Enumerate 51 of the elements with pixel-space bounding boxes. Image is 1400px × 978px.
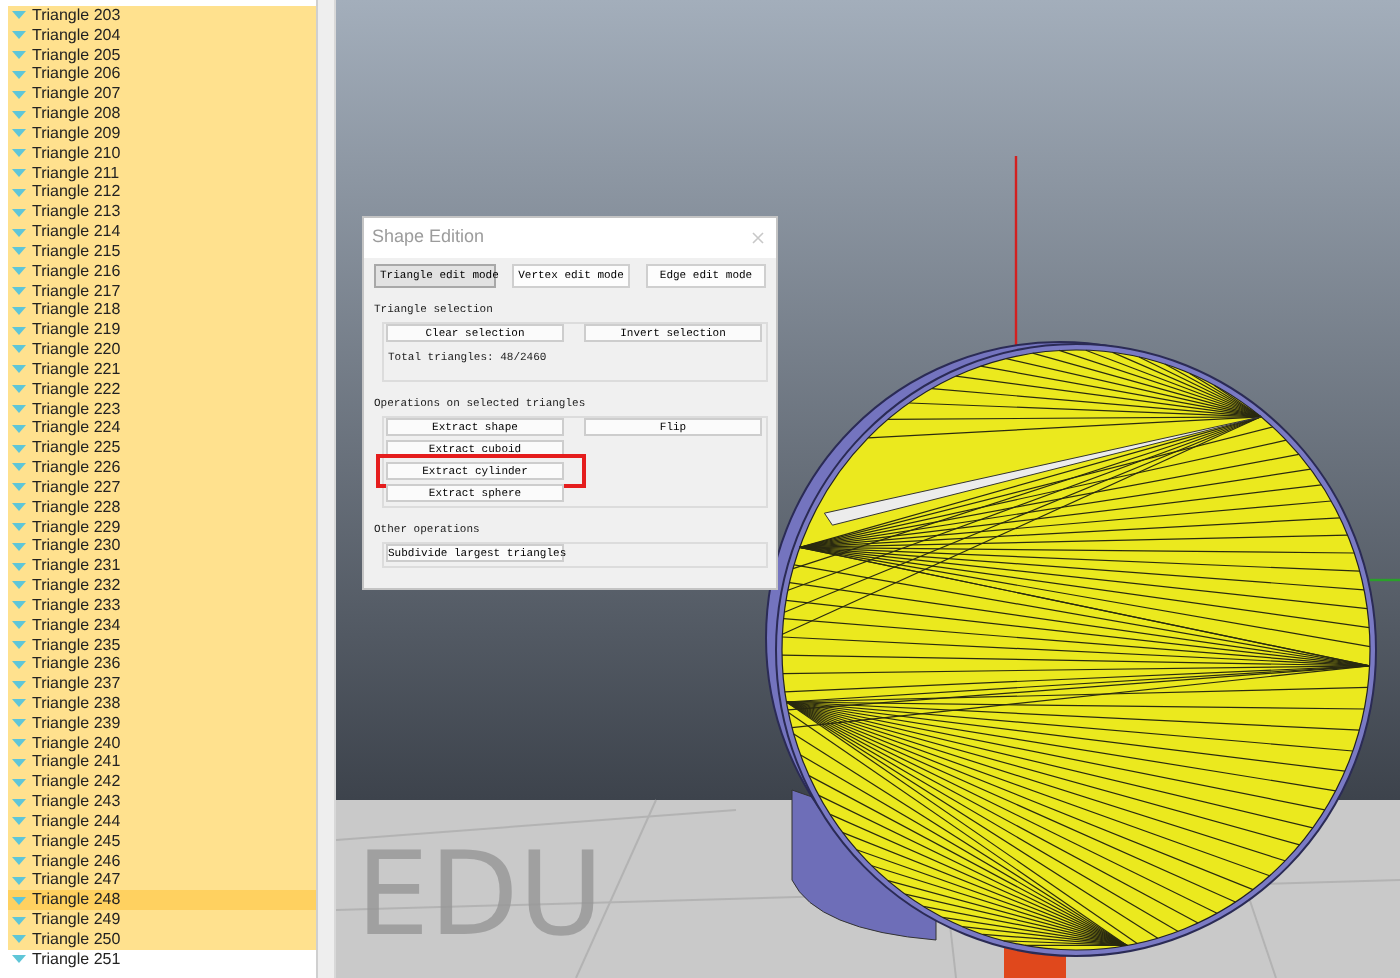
tree-item[interactable]: Triangle 206	[8, 64, 316, 85]
tree-item[interactable]: Triangle 222	[8, 379, 316, 400]
tree-item[interactable]: Triangle 221	[8, 359, 316, 380]
tree-item[interactable]: Triangle 241	[8, 752, 316, 773]
tree-item[interactable]: Triangle 223	[8, 399, 316, 419]
tree-item[interactable]: Triangle 246	[8, 851, 316, 871]
tree-item[interactable]: Triangle 219	[8, 320, 316, 341]
tree-item[interactable]: Triangle 247	[8, 870, 316, 891]
dialog-title: Shape Edition	[372, 224, 485, 251]
tree-item[interactable]: Triangle 236	[8, 654, 316, 675]
tree-item[interactable]: Triangle 216	[8, 261, 316, 282]
tree-item[interactable]: Triangle 239	[8, 713, 316, 734]
tree-item[interactable]: Triangle 218	[8, 300, 316, 321]
tree-item[interactable]: Triangle 243	[8, 792, 316, 812]
tree-item[interactable]: Triangle 237	[8, 674, 316, 694]
tree-item[interactable]: Triangle 209	[8, 123, 316, 144]
tree-item[interactable]: Triangle 224	[8, 418, 316, 439]
tree-item[interactable]: Triangle 234	[8, 615, 316, 635]
tree-item[interactable]: Triangle 233	[8, 595, 316, 616]
tree-item[interactable]: Triangle 205	[8, 45, 316, 65]
tree-item[interactable]: Triangle 226	[8, 458, 316, 478]
close-icon[interactable]	[752, 232, 764, 244]
tree-item[interactable]: Triangle 230	[8, 536, 316, 557]
tree-item[interactable]: Triangle 245	[8, 831, 316, 852]
tree-item[interactable]: Triangle 249	[8, 910, 316, 930]
tree-item[interactable]: Triangle 203	[8, 6, 316, 26]
tree-item[interactable]: Triangle 227	[8, 477, 316, 498]
tree-item[interactable]: Triangle 242	[8, 772, 316, 793]
tree-item[interactable]: Triangle 204	[8, 25, 316, 46]
tree-item[interactable]: Triangle 228	[8, 497, 316, 518]
tree-item[interactable]: Triangle 235	[8, 635, 316, 655]
tree-item[interactable]: Triangle 251	[8, 949, 316, 970]
tree-item[interactable]: Triangle 248	[8, 890, 316, 911]
tree-item[interactable]: Triangle 207	[8, 84, 316, 105]
tree-item[interactable]: Triangle 217	[8, 281, 316, 301]
tree-item[interactable]: Triangle 214	[8, 222, 316, 242]
tree-item[interactable]: Triangle 240	[8, 733, 316, 753]
tree-item[interactable]: Triangle 232	[8, 576, 316, 596]
tree-item[interactable]: Triangle 213	[8, 202, 316, 223]
tree-item[interactable]: Triangle 225	[8, 438, 316, 459]
tree-item[interactable]: Triangle 229	[8, 517, 316, 537]
tree-item[interactable]: Triangle 208	[8, 104, 316, 124]
tree-item[interactable]: Triangle 238	[8, 693, 316, 714]
tree-item[interactable]: Triangle 212	[8, 182, 316, 203]
tree-item[interactable]: Triangle 215	[8, 241, 316, 262]
tree-item[interactable]: Triangle 244	[8, 811, 316, 832]
tree-item[interactable]: Triangle 210	[8, 143, 316, 164]
tree-item[interactable]: Triangle 250	[8, 929, 316, 950]
tree-item[interactable]: Triangle 231	[8, 556, 316, 577]
tree-item[interactable]: Triangle 220	[8, 340, 316, 360]
tree-item[interactable]: Triangle 211	[8, 163, 316, 183]
